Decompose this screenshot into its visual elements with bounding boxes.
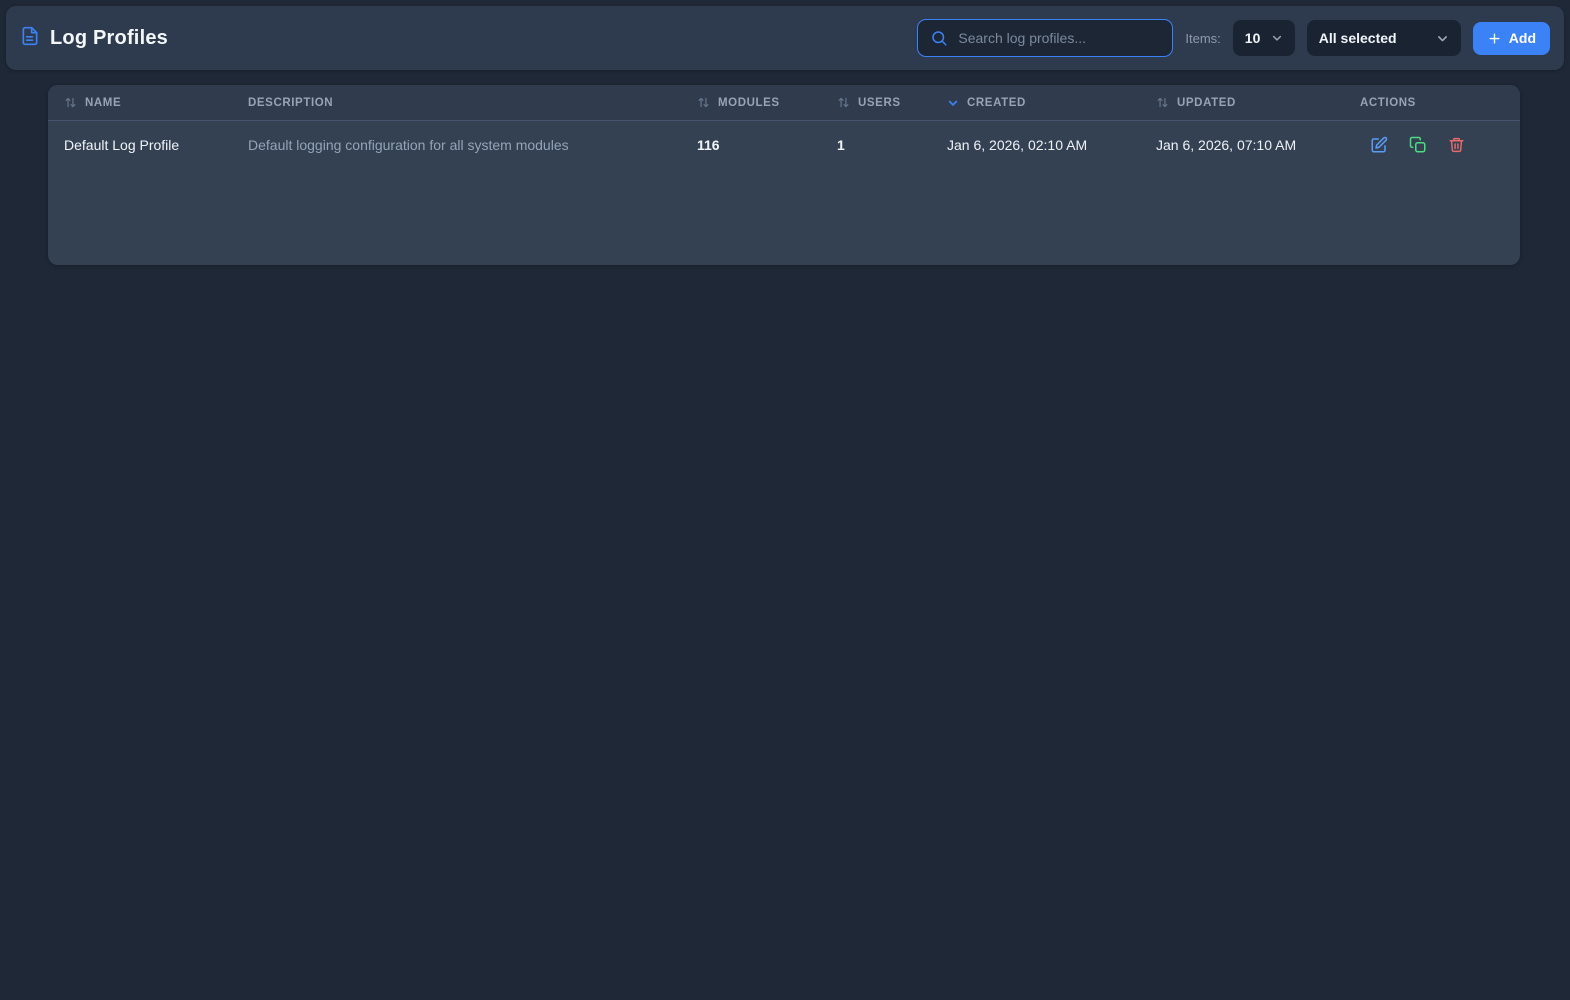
sort-icon (837, 96, 850, 109)
columns-filter-select[interactable]: All selected (1306, 20, 1461, 56)
search-input[interactable] (958, 30, 1161, 46)
column-label: UPDATED (1177, 96, 1236, 109)
sort-icon (697, 96, 710, 109)
page-title: Log Profiles (50, 26, 168, 49)
columns-filter-value: All selected (1318, 30, 1397, 46)
items-per-page-select[interactable]: 10 (1232, 20, 1295, 56)
search-icon (930, 29, 948, 47)
cell-created: Jan 6, 2026, 02:10 AM (947, 137, 1088, 153)
cell-actions (1344, 136, 1520, 154)
search-box[interactable] (917, 19, 1174, 57)
column-label: USERS (858, 96, 901, 109)
column-label: NAME (85, 96, 122, 109)
column-header-created[interactable]: CREATED (931, 85, 1140, 120)
chevron-down-icon (947, 97, 959, 109)
column-label: CREATED (967, 96, 1026, 109)
column-header-users[interactable]: USERS (821, 85, 931, 120)
edit-button[interactable] (1370, 136, 1388, 154)
header-toolbar: Items: 10 All selected Add (917, 19, 1550, 57)
chevron-down-icon (1436, 32, 1449, 45)
file-text-icon (20, 25, 40, 52)
column-header-actions: ACTIONS (1344, 85, 1520, 120)
table-row: Default Log Profile Default logging conf… (48, 121, 1520, 169)
plus-icon (1487, 31, 1502, 46)
delete-button[interactable] (1448, 136, 1465, 154)
sort-icon (64, 96, 77, 109)
column-header-updated[interactable]: UPDATED (1140, 85, 1344, 120)
log-profiles-table: NAME DESCRIPTION MODULES USERS CREATED U… (48, 85, 1520, 265)
cell-description: Default logging configuration for all sy… (248, 137, 569, 153)
add-button[interactable]: Add (1472, 21, 1550, 55)
cell-name: Default Log Profile (64, 137, 180, 153)
cell-updated: Jan 6, 2026, 07:10 AM (1156, 137, 1297, 153)
chevron-down-icon (1271, 32, 1283, 44)
cell-users: 1 (837, 137, 845, 153)
table-header-row: NAME DESCRIPTION MODULES USERS CREATED U… (48, 85, 1520, 121)
items-per-page-label: Items: (1185, 30, 1221, 46)
copy-button[interactable] (1409, 136, 1427, 154)
column-header-name[interactable]: NAME (48, 85, 232, 120)
trash-icon (1448, 136, 1465, 154)
header-bar: Log Profiles Items: 10 All selected (6, 6, 1564, 70)
copy-icon (1409, 136, 1427, 154)
add-button-label: Add (1508, 30, 1536, 46)
sort-icon (1156, 96, 1169, 109)
title-group: Log Profiles (20, 25, 168, 52)
column-label: DESCRIPTION (248, 96, 334, 109)
cell-modules: 116 (697, 137, 720, 153)
column-label: ACTIONS (1360, 96, 1416, 109)
column-header-modules[interactable]: MODULES (681, 85, 821, 120)
items-per-page-value: 10 (1244, 30, 1261, 46)
column-label: MODULES (718, 96, 780, 109)
column-header-description: DESCRIPTION (232, 85, 681, 120)
edit-icon (1370, 136, 1388, 154)
